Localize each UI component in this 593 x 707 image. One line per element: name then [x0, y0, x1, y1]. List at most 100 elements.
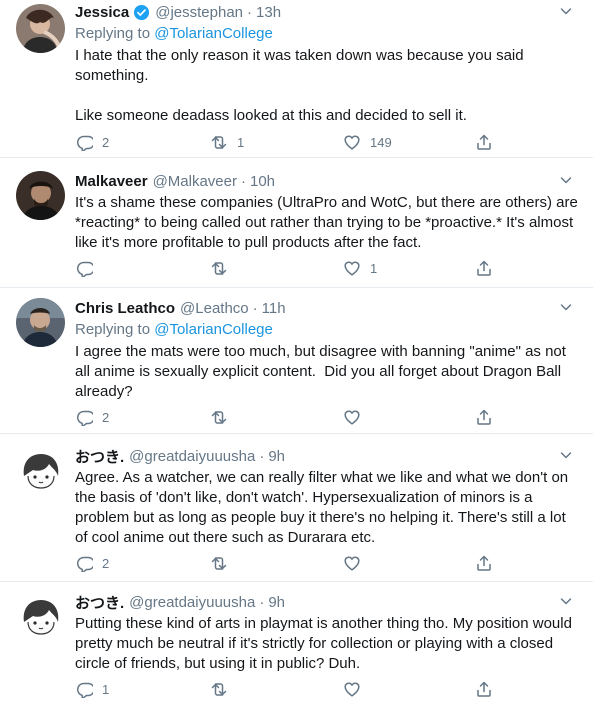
like-button[interactable]: [343, 554, 370, 572]
tweet-header: おつき. @greatdaiyuuusha · 9h: [75, 446, 579, 466]
tweet-text: Agree. As a watcher, we can really filte…: [75, 469, 569, 546]
retweet-icon: [210, 554, 228, 572]
share-icon: [475, 133, 493, 151]
timestamp[interactable]: 9h: [268, 448, 285, 465]
tweet[interactable]: Jessica @jesstephan · 13h Replying to @T…: [0, 0, 593, 158]
chevron-down-icon[interactable]: [557, 446, 575, 464]
user-handle[interactable]: @jesstephan: [155, 4, 243, 21]
chevron-down-icon[interactable]: [557, 2, 575, 20]
tweet-actions: 2: [75, 554, 515, 574]
reply-count: 2: [102, 555, 110, 571]
tweet-header: Malkaveer @Malkaveer · 10h: [75, 171, 579, 191]
like-button[interactable]: 149: [343, 133, 392, 151]
tweet-text: I hate that the only reason it was taken…: [75, 47, 524, 124]
reply-button[interactable]: 2: [75, 133, 109, 151]
like-count: 1: [370, 260, 378, 276]
user-handle[interactable]: @greatdaiyuuusha: [129, 448, 255, 465]
reply-icon: [75, 408, 93, 426]
tweet-actions: 1: [75, 680, 515, 700]
user-handle[interactable]: @Leathco: [180, 300, 249, 317]
reply-icon: [75, 554, 93, 572]
timestamp[interactable]: 10h: [250, 173, 275, 190]
retweet-button[interactable]: [210, 259, 237, 277]
tweet-actions: 2: [75, 408, 515, 428]
retweet-button[interactable]: [210, 408, 237, 426]
reply-mention-link[interactable]: @TolarianCollege: [154, 321, 273, 338]
tweet[interactable]: Malkaveer @Malkaveer · 10h It's a shame …: [0, 158, 593, 288]
retweet-button[interactable]: 1: [210, 133, 244, 151]
share-icon: [475, 680, 493, 698]
display-name[interactable]: Malkaveer: [75, 173, 148, 190]
retweet-icon: [210, 408, 228, 426]
like-count: 149: [370, 134, 392, 150]
reply-count: 2: [102, 134, 110, 150]
avatar[interactable]: [16, 592, 65, 641]
user-handle[interactable]: @Malkaveer: [153, 173, 237, 190]
retweet-button[interactable]: [210, 554, 237, 572]
like-icon: [343, 259, 361, 277]
share-button[interactable]: [475, 408, 493, 426]
timestamp[interactable]: 9h: [268, 594, 285, 611]
share-icon: [475, 259, 493, 277]
reply-button[interactable]: 2: [75, 408, 109, 426]
verified-badge-icon: [133, 4, 150, 21]
timestamp[interactable]: 13h: [256, 4, 281, 21]
separator-dot: ·: [240, 172, 246, 190]
reply-button[interactable]: [75, 259, 102, 277]
reply-button[interactable]: 1: [75, 680, 109, 698]
reply-icon: [75, 680, 93, 698]
retweet-icon: [210, 680, 228, 698]
like-button[interactable]: [343, 408, 370, 426]
reply-icon: [75, 133, 93, 151]
reply-icon: [75, 259, 93, 277]
tweet[interactable]: おつき. @greatdaiyuuusha · 9h Agree. As a w…: [0, 434, 593, 582]
share-icon: [475, 408, 493, 426]
display-name[interactable]: Chris Leathco: [75, 300, 175, 317]
share-button[interactable]: [475, 133, 493, 151]
chevron-down-icon[interactable]: [557, 592, 575, 610]
tweet-text: Putting these kind of arts in playmat is…: [75, 615, 572, 672]
separator-dot: ·: [259, 593, 265, 611]
retweet-icon: [210, 133, 228, 151]
replying-to: Replying to @TolarianCollege: [75, 24, 579, 44]
like-icon: [343, 133, 361, 151]
replying-to-label: Replying to: [75, 25, 155, 42]
like-icon: [343, 408, 361, 426]
timestamp[interactable]: 11h: [262, 300, 286, 317]
chevron-down-icon[interactable]: [557, 298, 575, 316]
replying-to: Replying to @TolarianCollege: [75, 320, 579, 340]
tweet-text: I agree the mats were too much, but disa…: [75, 343, 566, 400]
like-icon: [343, 554, 361, 572]
chevron-down-icon[interactable]: [557, 171, 575, 189]
tweet-actions: 1: [75, 259, 515, 279]
separator-dot: ·: [247, 3, 253, 21]
user-handle[interactable]: @greatdaiyuuusha: [129, 594, 255, 611]
tweet-header: Chris Leathco @Leathco · 11h: [75, 298, 579, 318]
share-button[interactable]: [475, 680, 493, 698]
reply-feed: Jessica @jesstephan · 13h Replying to @T…: [0, 0, 593, 707]
separator-dot: ·: [252, 299, 258, 317]
tweet[interactable]: Chris Leathco @Leathco · 11h Replying to…: [0, 288, 593, 434]
avatar[interactable]: [16, 171, 65, 220]
share-icon: [475, 554, 493, 572]
reply-count: 2: [102, 409, 110, 425]
display-name[interactable]: Jessica: [75, 4, 129, 21]
avatar[interactable]: [16, 4, 65, 53]
reply-count: 1: [102, 681, 110, 697]
avatar[interactable]: [16, 446, 65, 495]
like-button[interactable]: 1: [343, 259, 377, 277]
retweet-button[interactable]: [210, 680, 237, 698]
tweet-actions: 2 1 149: [75, 133, 515, 153]
reply-button[interactable]: 2: [75, 554, 109, 572]
tweet[interactable]: おつき. @greatdaiyuuusha · 9h Putting these…: [0, 582, 593, 707]
reply-mention-link[interactable]: @TolarianCollege: [154, 25, 273, 42]
display-name[interactable]: おつき.: [75, 446, 124, 467]
avatar[interactable]: [16, 298, 65, 347]
tweet-header: Jessica @jesstephan · 13h: [75, 2, 579, 22]
display-name[interactable]: おつき.: [75, 592, 124, 613]
retweet-count: 1: [237, 134, 245, 150]
tweet-text: It's a shame these companies (UltraPro a…: [75, 194, 578, 251]
like-button[interactable]: [343, 680, 370, 698]
share-button[interactable]: [475, 554, 493, 572]
share-button[interactable]: [475, 259, 493, 277]
